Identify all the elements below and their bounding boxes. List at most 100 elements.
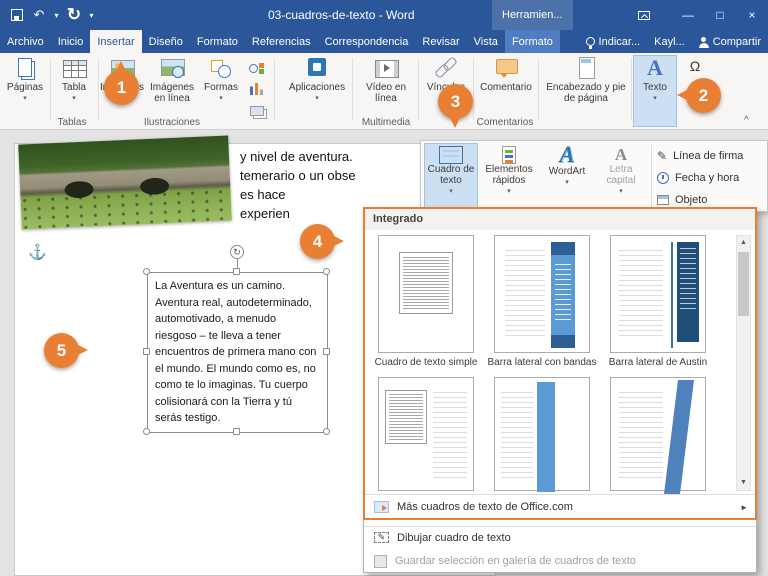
page-lines <box>619 392 663 478</box>
texto-caret-icon: ▾ <box>653 95 657 102</box>
qat-customize-icon[interactable]: ▾ <box>87 4 96 26</box>
band-preview <box>537 382 555 492</box>
tab-revisar[interactable]: Revisar <box>415 30 466 53</box>
elementos-rapidos-label: Elementos rápidos <box>485 164 533 186</box>
wordart-label: WordArt <box>548 166 586 177</box>
date-time-icon <box>657 172 669 184</box>
tell-me-button[interactable]: Indicar... <box>579 30 648 53</box>
texto-button[interactable]: A Texto ▾ <box>633 55 677 127</box>
selection-handle-bottom[interactable] <box>233 428 240 435</box>
linea-de-firma-item[interactable]: ✎ Línea de firma ▾ <box>657 145 765 167</box>
simbolo-button[interactable]: Ω <box>684 57 706 75</box>
draw-textbox-icon: ✎ <box>374 532 389 543</box>
captura-button[interactable] <box>246 102 268 120</box>
tab-formato[interactable]: Formato <box>190 30 245 53</box>
scrollbar-thumb[interactable] <box>738 252 749 316</box>
letra-capital-button[interactable]: A Letra capital ▾ <box>595 144 647 208</box>
more-textboxes-item[interactable]: Más cuadros de texto de Office.com ► <box>364 494 756 519</box>
fecha-y-hora-label: Fecha y hora <box>675 172 740 184</box>
wordart-caret-icon: ▾ <box>565 179 569 186</box>
paragraph-line: temerario o un obse <box>240 168 356 183</box>
tell-me-label: Indicar... <box>598 35 641 48</box>
office-com-icon <box>374 501 389 513</box>
comentario-label: Comentario <box>480 82 532 93</box>
encabezado-button[interactable]: Encabezado y pie de página <box>542 56 630 126</box>
selection-handle-right[interactable] <box>323 348 330 355</box>
elementos-rapidos-button[interactable]: Elementos rápidos ▾ <box>479 144 539 208</box>
draw-textbox-item[interactable]: ✎ Dibujar cuadro de texto <box>364 526 756 548</box>
collapse-ribbon-icon[interactable]: ^ <box>744 115 749 126</box>
callout-1: 1 <box>104 61 139 105</box>
selected-textbox[interactable]: La Aventura es un camino. Aventura real,… <box>147 272 328 433</box>
header-footer-icon <box>573 56 599 80</box>
quick-parts-icon <box>502 146 516 164</box>
contextual-tools-label: Herramien... <box>492 0 573 30</box>
document-paragraph: y nivel de aventura. temerario o un obse… <box>240 147 356 223</box>
scroll-down-icon[interactable]: ▼ <box>737 476 750 490</box>
tabla-button[interactable]: Tabla ▾ <box>52 56 96 126</box>
page-lines <box>501 392 533 478</box>
comentario-button[interactable]: Comentario <box>477 56 535 126</box>
selection-handle-top[interactable] <box>233 268 240 275</box>
gallery-item-row2-3[interactable] <box>610 377 706 494</box>
austin-sidebar-preview <box>677 242 699 342</box>
gallery-item-austin[interactable] <box>610 235 706 353</box>
gallery-item-bandas[interactable] <box>494 235 590 353</box>
imagenes-en-linea-button[interactable]: Imágenes en línea <box>146 56 198 126</box>
video-en-linea-button[interactable]: Vídeo en línea <box>358 56 414 126</box>
callout-2: 2 <box>677 78 721 113</box>
tab-diseno[interactable]: Diseño <box>142 30 190 53</box>
undo-caret-icon[interactable]: ▾ <box>52 4 61 26</box>
selection-handle-top-left[interactable] <box>143 268 150 275</box>
formas-button[interactable]: Formas ▾ <box>200 56 242 126</box>
smartart-button[interactable] <box>246 58 268 76</box>
redo-icon[interactable]: ↻ <box>65 4 83 26</box>
tab-archivo[interactable]: Archivo <box>0 30 51 53</box>
video-label: Vídeo en línea <box>365 82 407 104</box>
close-icon[interactable]: × <box>736 0 768 30</box>
simple-textbox-preview <box>399 252 453 314</box>
gallery-scrollbar[interactable]: ▲ ▼ <box>736 235 751 491</box>
save-gallery-icon <box>374 554 387 568</box>
share-button[interactable]: Compartir <box>692 30 768 53</box>
gallery-item-row2-2[interactable] <box>494 377 590 492</box>
selection-handle-bottom-left[interactable] <box>143 428 150 435</box>
aplicaciones-label: Aplicaciones <box>288 82 346 93</box>
aplicaciones-button[interactable]: Aplicaciones ▾ <box>286 56 348 126</box>
tab-insertar[interactable]: Insertar <box>90 30 142 53</box>
rotate-handle[interactable]: ↻ <box>230 245 244 259</box>
tab-referencias[interactable]: Referencias <box>245 30 318 53</box>
gallery-item-row2-1[interactable] <box>378 377 474 491</box>
tab-inicio[interactable]: Inicio <box>51 30 91 53</box>
ribbon-tab-bar: Archivo Inicio Insertar Diseño Formato R… <box>0 30 768 53</box>
save-selection-item[interactable]: Guardar selección en galería de cuadros … <box>364 550 756 572</box>
minimize-icon[interactable]: — <box>672 0 704 30</box>
selection-handle-top-right[interactable] <box>323 268 330 275</box>
scroll-up-icon[interactable]: ▲ <box>737 236 750 250</box>
maximize-icon[interactable]: □ <box>704 0 736 30</box>
tab-formato-contextual[interactable]: Formato <box>504 30 560 53</box>
selection-handle-left[interactable] <box>143 348 150 355</box>
textbox-text: La Aventura es un camino. Aventura real,… <box>155 280 317 424</box>
fecha-y-hora-item[interactable]: Fecha y hora <box>657 167 765 189</box>
tab-vista[interactable]: Vista <box>467 30 505 53</box>
gallery-item-label: Barra lateral de Austin <box>608 357 708 368</box>
ribbon-display-options-icon[interactable] <box>628 0 660 30</box>
gallery-item-simple[interactable] <box>378 235 474 353</box>
paginas-button[interactable]: Páginas ▾ <box>2 56 48 126</box>
page-lines <box>433 392 467 478</box>
wordart-button[interactable]: A WordArt ▾ <box>541 143 593 208</box>
selection-handle-bottom-right[interactable] <box>323 428 330 435</box>
user-account-button[interactable]: Kayl... <box>647 30 692 53</box>
save-icon[interactable] <box>8 4 26 26</box>
banded-sidebar-preview <box>551 242 575 348</box>
paragraph-line: experien <box>240 206 290 221</box>
document-photo[interactable] <box>18 135 232 230</box>
encabezado-label: Encabezado y pie de página <box>546 82 626 104</box>
undo-icon[interactable]: ↶ <box>30 4 48 26</box>
person-icon <box>698 36 709 48</box>
tab-correspondencia[interactable]: Correspondencia <box>318 30 416 53</box>
grafico-button[interactable] <box>246 80 268 98</box>
objeto-label: Objeto <box>675 194 708 206</box>
cuadro-de-texto-button[interactable]: Cuadro de texto ▾ <box>424 143 478 209</box>
